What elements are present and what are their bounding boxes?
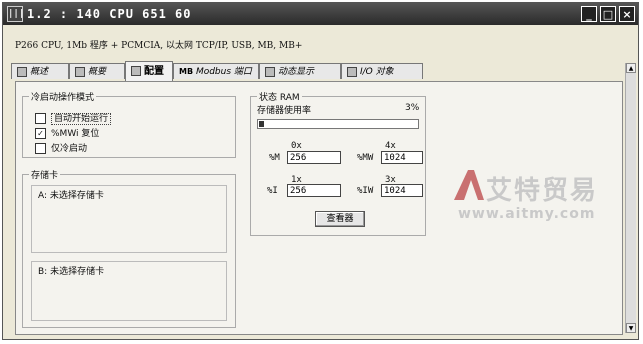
reset-mwi-label: %MWi 复位 <box>51 129 100 139</box>
reset-mwi-checkbox[interactable]: ✓ %MWi 复位 <box>35 126 99 139</box>
register-m-input[interactable]: 256 <box>287 151 341 164</box>
close-button[interactable]: × <box>619 6 635 22</box>
tab-summary[interactable]: 概要 <box>69 63 125 79</box>
memory-card-group: 存储卡 A: 未选择存储卡 B: 未选择存储卡 <box>22 168 236 328</box>
register-i-input[interactable]: 256 <box>287 184 341 197</box>
modbus-icon: MB <box>179 67 194 76</box>
module-icon: ||| <box>7 6 24 22</box>
memory-usage-percent: 3% <box>405 103 420 113</box>
tab-modbus-port[interactable]: MB Modbus 端口 <box>173 63 259 79</box>
viewer-button[interactable]: 查看器 <box>315 211 365 227</box>
memory-usage-label: 存储器使用率 <box>257 106 312 116</box>
tab-summary-label: 概要 <box>88 67 107 77</box>
tab-animation-label: 动态显示 <box>278 67 315 77</box>
reset-mwi-box[interactable]: ✓ <box>35 128 46 139</box>
memory-card-slot-b: B: 未选择存储卡 <box>31 261 227 321</box>
minimize-button[interactable]: _ <box>581 6 597 22</box>
header-0x: 0x <box>291 141 302 151</box>
memory-card-slot-a: A: 未选择存储卡 <box>31 185 227 253</box>
animation-icon <box>265 66 275 77</box>
auto-start-checkbox[interactable]: 自动开始运行 <box>35 111 112 125</box>
tab-animation[interactable]: 动态显示 <box>259 63 341 79</box>
io-objects-icon <box>347 66 357 77</box>
cold-start-title: 冷启动操作模式 <box>29 90 97 103</box>
watermark: 艾特贸易 www.aitmy.com <box>452 168 622 226</box>
watermark-logo-icon <box>454 170 484 200</box>
register-iw-label: %IW <box>357 186 374 196</box>
status-ram-title: 状态 RAM <box>257 90 302 103</box>
cold-start-only-checkbox[interactable]: 仅冷启动 <box>35 141 87 154</box>
memory-usage-bar <box>257 119 419 129</box>
memory-usage-fill <box>259 121 264 127</box>
maximize-button[interactable]: □ <box>600 6 616 22</box>
tab-overview[interactable]: 概述 <box>11 63 69 79</box>
summary-icon <box>75 66 85 77</box>
watermark-url: www.aitmy.com <box>458 206 596 222</box>
scroll-down-arrow-icon[interactable]: ▼ <box>626 323 636 333</box>
register-i-label: %I <box>267 186 278 196</box>
vertical-scrollbar[interactable]: ▲ ▼ <box>625 63 636 333</box>
watermark-brand: 艾特贸易 <box>486 176 599 206</box>
cold-start-only-box[interactable] <box>35 143 46 154</box>
window-title: 1.2 : 140 CPU 651 60 <box>27 7 192 21</box>
overview-icon <box>17 66 27 77</box>
module-description: P266 CPU, 1Mb 程序 + PCMCIA, 以太网 TCP/IP, U… <box>15 41 303 51</box>
register-m-label: %M <box>269 153 280 163</box>
header-4x: 4x <box>385 141 396 151</box>
tab-overview-label: 概述 <box>30 67 49 77</box>
slot-a-label: A: 未选择存储卡 <box>38 191 104 201</box>
register-iw-input[interactable]: 1024 <box>381 184 423 197</box>
module-window: ||| 1.2 : 140 CPU 651 60 _ □ × P266 CPU,… <box>2 2 639 340</box>
register-mw-label: %MW <box>357 153 374 163</box>
tab-config-label: 配置 <box>144 66 164 77</box>
title-bar[interactable]: ||| 1.2 : 140 CPU 651 60 _ □ × <box>3 3 638 25</box>
config-panel: 冷启动操作模式 自动开始运行 ✓ %MWi 复位 仅冷启动 存储卡 A: 未选择存… <box>15 81 623 335</box>
config-icon <box>131 66 141 76</box>
cold-start-only-label: 仅冷启动 <box>51 144 88 154</box>
tab-io-objects[interactable]: I/O 对象 <box>341 63 423 79</box>
register-mw-input[interactable]: 1024 <box>381 151 423 164</box>
cold-start-group: 冷启动操作模式 自动开始运行 ✓ %MWi 复位 仅冷启动 <box>22 90 236 158</box>
scroll-up-arrow-icon[interactable]: ▲ <box>626 63 636 73</box>
tab-modbus-label: Modbus 端口 <box>195 67 252 77</box>
tab-io-label: I/O 对象 <box>360 67 394 77</box>
auto-start-label: 自动开始运行 <box>51 113 112 125</box>
auto-start-box[interactable] <box>35 113 46 124</box>
status-ram-group: 状态 RAM 存储器使用率 3% 0x %M 256 4x %MW 1024 1… <box>250 90 426 236</box>
slot-b-label: B: 未选择存储卡 <box>38 267 105 277</box>
tab-config[interactable]: 配置 <box>125 61 173 81</box>
memory-card-title: 存储卡 <box>29 168 61 181</box>
